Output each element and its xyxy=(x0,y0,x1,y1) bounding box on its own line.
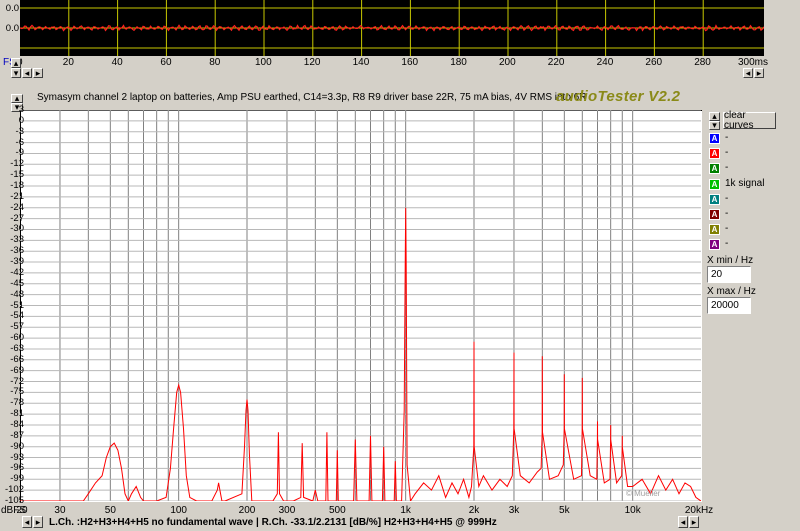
scope-down-button[interactable]: ▾ xyxy=(11,68,21,78)
scope-x-tick-label: 40 xyxy=(111,57,123,68)
channel-label: - xyxy=(725,162,729,174)
measurement-title: Symasym channel 2 laptop on batteries, A… xyxy=(37,92,587,103)
scope-zoom-right-button[interactable]: ▸ xyxy=(754,68,764,78)
xzoom-left-button[interactable]: ◂ xyxy=(678,516,688,528)
y-tick-label: -42 xyxy=(10,266,24,278)
y-tick-label: -27 xyxy=(10,212,24,224)
scope-x-tick-label: 60 xyxy=(160,57,172,68)
scope-right-button[interactable]: ▸ xyxy=(33,68,43,78)
status-left-button[interactable]: ◂ xyxy=(22,516,32,528)
xzoom-right-button[interactable]: ▸ xyxy=(689,516,699,528)
y-tick-label: -21 xyxy=(10,190,24,202)
curve-down-button[interactable]: ▾ xyxy=(709,121,720,130)
scope-x-tick-label: 180 xyxy=(450,57,467,68)
clear-curves-button[interactable]: clear curves xyxy=(723,110,776,130)
y-tick-label: -57 xyxy=(10,321,24,333)
channel-swatch-icon[interactable]: A xyxy=(709,163,720,175)
xmax-label: X max / Hz xyxy=(707,286,756,297)
y-tick-label: -9 xyxy=(15,147,24,159)
y-tick-label: -18 xyxy=(10,180,24,192)
channel-swatch-icon[interactable]: A xyxy=(709,133,720,144)
channel-label: - xyxy=(725,192,729,204)
scope-x-tick-label: 260 xyxy=(645,57,663,68)
y-tick-label: -48 xyxy=(10,288,24,300)
channel-swatch-icon[interactable]: A xyxy=(709,178,720,190)
series-line-r-channel xyxy=(20,207,701,501)
scope-x-tick-label: 100 xyxy=(255,57,272,68)
chart-grid xyxy=(20,110,701,501)
channel-swatch-icon[interactable]: A xyxy=(709,148,720,160)
scope-zoom-left-button[interactable]: ◂ xyxy=(743,68,753,78)
y-tick-label: -96 xyxy=(10,462,24,474)
y-tick-label: -81 xyxy=(10,408,24,420)
y-tick-label: -33 xyxy=(10,234,24,246)
xmin-label: X min / Hz xyxy=(707,255,754,266)
channel-label: - xyxy=(725,147,729,159)
scope-up-button[interactable]: ▴ xyxy=(11,58,21,68)
y-tick-label: -99 xyxy=(10,473,24,485)
y-tick-label: -3 xyxy=(15,125,24,137)
y-tick-label: -84 xyxy=(10,418,24,430)
y-tick-label: -30 xyxy=(10,223,24,235)
y-tick-label: -39 xyxy=(10,256,24,268)
watermark: © Mueller xyxy=(626,489,661,498)
channel-label: 1k signal xyxy=(725,177,765,189)
scope-x-tick-label: 20 xyxy=(62,57,74,68)
scope-x-tick-label: 200 xyxy=(499,57,516,68)
scope-x-tick-label: 80 xyxy=(209,57,221,68)
scope-x-tick-label: 120 xyxy=(303,57,321,68)
y-tick-label: -102 xyxy=(4,484,24,496)
y-tick-label: -63 xyxy=(10,342,24,354)
y-tick-label: -51 xyxy=(10,299,24,311)
scope-x-tick-label: 280 xyxy=(694,57,711,68)
y-tick-label: -45 xyxy=(10,277,24,289)
y-tick-label: -12 xyxy=(10,158,24,170)
y-tick-label: -54 xyxy=(10,310,24,322)
y-tick-label: -15 xyxy=(10,169,24,181)
scope-x-tick-label: 140 xyxy=(352,57,370,68)
channel-swatch-icon[interactable]: A xyxy=(709,209,720,220)
channel-label: - xyxy=(725,132,729,143)
xmax-input[interactable]: 20000 xyxy=(707,297,751,314)
y-tick-label: -69 xyxy=(10,364,24,376)
y-tick-label: -36 xyxy=(10,245,24,257)
scope-x-tick-label: 220 xyxy=(547,57,565,68)
y-tick-label: 3 xyxy=(18,104,24,115)
app-logo: audioTester V2.2 xyxy=(556,88,681,105)
spectrum-chart xyxy=(20,110,701,501)
channel-swatch-icon[interactable]: A xyxy=(709,193,720,205)
y-tick-label: -66 xyxy=(10,353,24,365)
y-tick-label: -24 xyxy=(10,201,24,213)
y-tick-label: -72 xyxy=(10,375,24,387)
channel-swatch-icon[interactable]: A xyxy=(709,224,720,236)
channel-swatch-icon[interactable]: A xyxy=(709,239,720,251)
scope-left-button[interactable]: ◂ xyxy=(22,68,32,78)
y-tick-label: 0 xyxy=(18,114,24,126)
channel-label: - xyxy=(725,238,729,250)
y-tick-label: -6 xyxy=(15,136,24,148)
status-bar-text: L.Ch. :H2+H3+H4+H5 no fundamental wave |… xyxy=(49,517,497,528)
y-tick-label: -87 xyxy=(10,429,24,441)
channel-label: - xyxy=(725,208,729,219)
scope-y-tick: 0.0 xyxy=(5,3,19,14)
channel-label: - xyxy=(725,223,729,235)
scope-x-tick-label: 240 xyxy=(596,57,614,68)
y-unit-label: dBFS xyxy=(1,505,27,516)
status-right-button[interactable]: ▸ xyxy=(33,516,43,528)
y-tick-label: -75 xyxy=(10,386,24,398)
xmin-input[interactable]: 20 xyxy=(707,266,751,283)
scope-y-tick: 0.0 xyxy=(5,23,19,34)
y-tick-label: -90 xyxy=(10,440,24,452)
y-tick-label: -93 xyxy=(10,451,24,463)
y-tick-label: -60 xyxy=(10,332,24,344)
scope-x-tick-label: 160 xyxy=(401,57,419,68)
top-scope-svg xyxy=(20,0,764,56)
y-tick-label: -78 xyxy=(10,397,24,409)
scope-x-tick-label: 300ms xyxy=(738,57,769,68)
